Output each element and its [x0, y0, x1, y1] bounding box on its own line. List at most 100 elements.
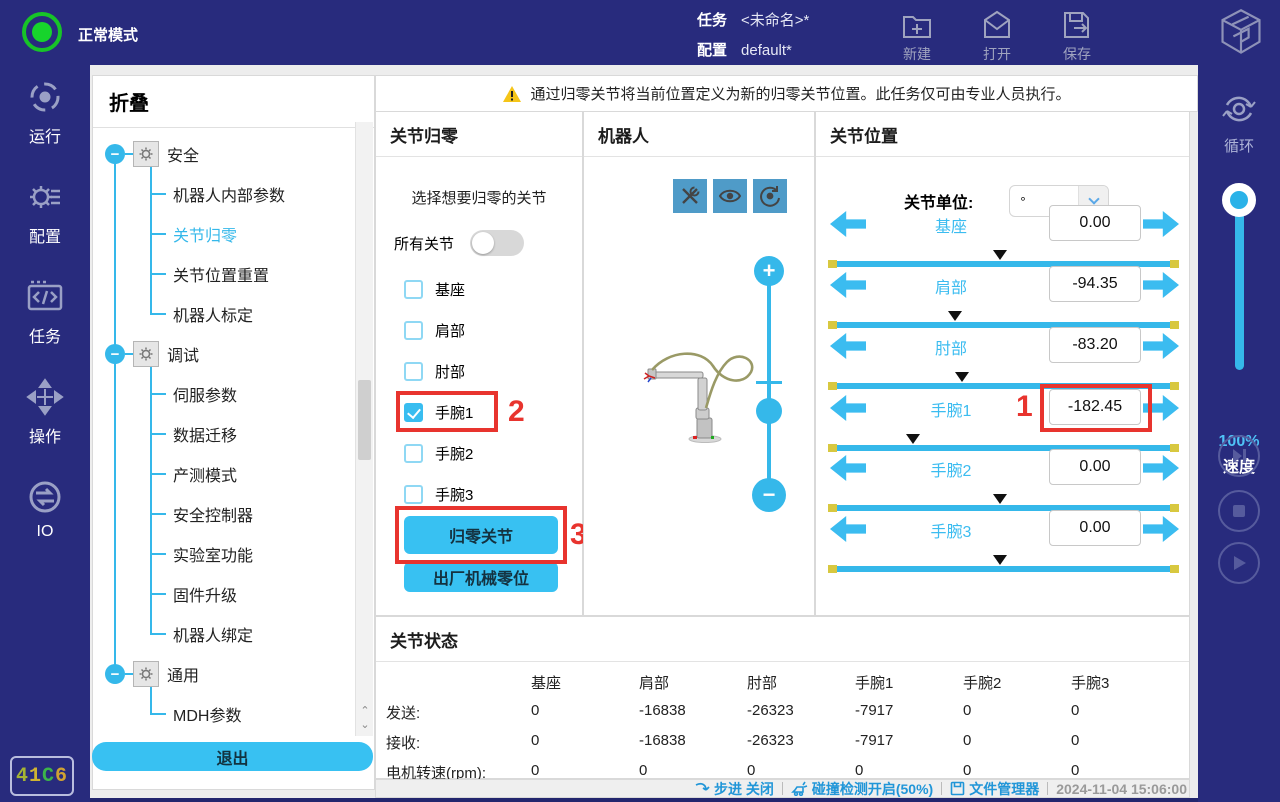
tree-item-robot-binding[interactable]: 机器人绑定 — [93, 614, 374, 654]
jog-minus-button[interactable] — [830, 333, 866, 359]
sidebar-item-config[interactable]: 配置 — [0, 165, 90, 265]
tree-item-joint-zeroing[interactable]: 关节归零 — [93, 214, 374, 254]
slider-marker[interactable] — [993, 250, 1007, 267]
left-sidebar: 运行 配置 任务 操作 IO 41C6 — [0, 65, 90, 802]
jog-minus-button[interactable] — [830, 395, 866, 421]
visibility-button[interactable] — [713, 179, 747, 213]
mode-label: 正常模式 — [78, 24, 138, 45]
wrist3-checkbox[interactable] — [404, 485, 423, 504]
zero-joints-button[interactable]: 归零关节 — [404, 516, 558, 554]
jog-minus-button[interactable] — [830, 516, 866, 542]
joint-value-input[interactable] — [1049, 449, 1141, 485]
clock: 2024-11-04 15:06:00 — [1056, 781, 1187, 797]
play-button[interactable] — [1218, 542, 1260, 584]
jog-plus-button[interactable] — [1143, 395, 1179, 421]
tree-item-lab-features[interactable]: 实验室功能 — [93, 534, 374, 574]
sidebar-item-run[interactable]: 运行 — [0, 65, 90, 165]
exit-button[interactable]: 退出 — [92, 742, 373, 771]
table-value: 0 — [639, 762, 747, 780]
scroll-up-icon[interactable]: ⌃ — [356, 704, 374, 718]
sidebar-item-operate[interactable]: 操作 — [0, 365, 90, 465]
shoulder-checkbox[interactable] — [404, 321, 423, 340]
scrollbar-thumb[interactable] — [358, 380, 371, 460]
tree-item-production-test-mode[interactable]: 产测模式 — [93, 454, 374, 494]
jog-minus-button[interactable] — [830, 272, 866, 298]
tree-node-debug[interactable]: − 调试 — [93, 334, 374, 374]
warning-bar: 通过归零关节将当前位置定义为新的归零关节位置。此任务仅可由专业人员执行。 — [375, 75, 1198, 112]
collapse-icon[interactable]: − — [105, 144, 125, 164]
tree-item-servo-params[interactable]: 伺服参数 — [93, 374, 374, 414]
all-joints-toggle[interactable] — [470, 230, 524, 256]
scroll-down-icon[interactable]: ⌄ — [356, 718, 374, 732]
speed-slider-handle[interactable] — [1222, 183, 1256, 217]
file-manager-button[interactable]: 文件管理器 — [950, 779, 1039, 799]
tree-item-safety-controller[interactable]: 安全控制器 — [93, 494, 374, 534]
stop-button[interactable] — [1218, 490, 1260, 532]
step-forward-button[interactable] — [1218, 435, 1260, 477]
tree-item-firmware-upgrade[interactable]: 固件升级 — [93, 574, 374, 614]
status-bar: 步进 关闭 碰撞检测开启(50%) 文件管理器 2024-11-04 15:06… — [375, 779, 1190, 798]
sidebar-item-task[interactable]: 任务 — [0, 265, 90, 365]
slider-marker[interactable] — [993, 494, 1007, 511]
joint-value-input[interactable] — [1049, 266, 1141, 302]
column-header: 基座 — [531, 672, 639, 690]
step-mode-status[interactable]: 步进 关闭 — [694, 779, 774, 799]
joint-value-input[interactable] — [1049, 510, 1141, 546]
tree-item-data-migration[interactable]: 数据迁移 — [93, 414, 374, 454]
open-button[interactable]: 打开 — [965, 8, 1029, 64]
zoom-in-button[interactable]: + — [754, 256, 784, 286]
joint-row-shoulder: 肩部 — [816, 266, 1191, 327]
main-content: 折叠 − 安全 机器人内部参数 关节归零 关节位置重置 机器人标定 − — [90, 65, 1198, 798]
slider-marker[interactable] — [948, 311, 962, 328]
tree-item-mdh-params[interactable]: MDH参数 — [93, 694, 374, 734]
new-button[interactable]: 新建 — [885, 8, 949, 64]
brand-logo-icon — [1216, 7, 1266, 62]
robot-3d-view[interactable] — [639, 342, 769, 452]
task-label: 任务 — [697, 9, 727, 33]
panel-title: 机器人 — [584, 112, 814, 157]
tree-item-robot-internal-params[interactable]: 机器人内部参数 — [93, 174, 374, 214]
speed-slider-track[interactable] — [1235, 198, 1244, 370]
rotate-view-button[interactable] — [753, 179, 787, 213]
slider-marker[interactable] — [993, 555, 1007, 572]
wrist1-checkbox[interactable] — [404, 403, 423, 422]
tree-header[interactable]: 折叠 — [93, 76, 374, 128]
table-corner — [386, 672, 531, 690]
loop-button[interactable]: 循环 — [1198, 87, 1280, 156]
play-icon — [1230, 554, 1248, 572]
tree-node-general[interactable]: − 通用 — [93, 654, 374, 694]
base-checkbox[interactable] — [404, 280, 423, 299]
joint-slider[interactable] — [829, 566, 1178, 572]
sidebar-item-io[interactable]: IO — [0, 465, 90, 565]
wrist2-checkbox[interactable] — [404, 444, 423, 463]
joint-value-input[interactable] — [1049, 205, 1141, 241]
tree-item-robot-calibration[interactable]: 机器人标定 — [93, 294, 374, 334]
tree-item-joint-position-reset[interactable]: 关节位置重置 — [93, 254, 374, 294]
jog-plus-button[interactable] — [1143, 516, 1179, 542]
jog-minus-button[interactable] — [830, 455, 866, 481]
elbow-checkbox[interactable] — [404, 362, 423, 381]
factory-zero-button[interactable]: 出厂机械零位 — [404, 562, 558, 592]
collision-icon — [791, 781, 808, 796]
slider-marker[interactable] — [955, 372, 969, 389]
jog-plus-button[interactable] — [1143, 333, 1179, 359]
tools-button[interactable] — [673, 179, 707, 213]
collapse-icon[interactable]: − — [105, 344, 125, 364]
collapse-icon[interactable]: − — [105, 664, 125, 684]
jog-plus-button[interactable] — [1143, 455, 1179, 481]
loop-icon — [1217, 87, 1261, 131]
jog-minus-button[interactable] — [830, 211, 866, 237]
jog-plus-button[interactable] — [1143, 272, 1179, 298]
tree-scrollbar[interactable]: ⌃⌄ — [355, 122, 373, 736]
joint-zeroing-panel: 关节归零 选择想要归零的关节 所有关节 基座 肩部 肘部 手腕1 手腕2 手腕3… — [375, 111, 583, 616]
tree-node-safety[interactable]: − 安全 — [93, 134, 374, 174]
warning-icon — [502, 85, 522, 103]
collision-detection-status[interactable]: 碰撞检测开启(50%) — [791, 779, 933, 799]
joint-value-input[interactable] — [1049, 327, 1141, 363]
joint-value-input[interactable] — [1049, 389, 1141, 425]
jog-plus-button[interactable] — [1143, 211, 1179, 237]
open-label: 打开 — [983, 46, 1011, 62]
save-button[interactable]: 保存 — [1045, 8, 1109, 64]
panel-title: 关节状态 — [376, 617, 1189, 662]
zoom-out-button[interactable]: − — [752, 478, 786, 512]
